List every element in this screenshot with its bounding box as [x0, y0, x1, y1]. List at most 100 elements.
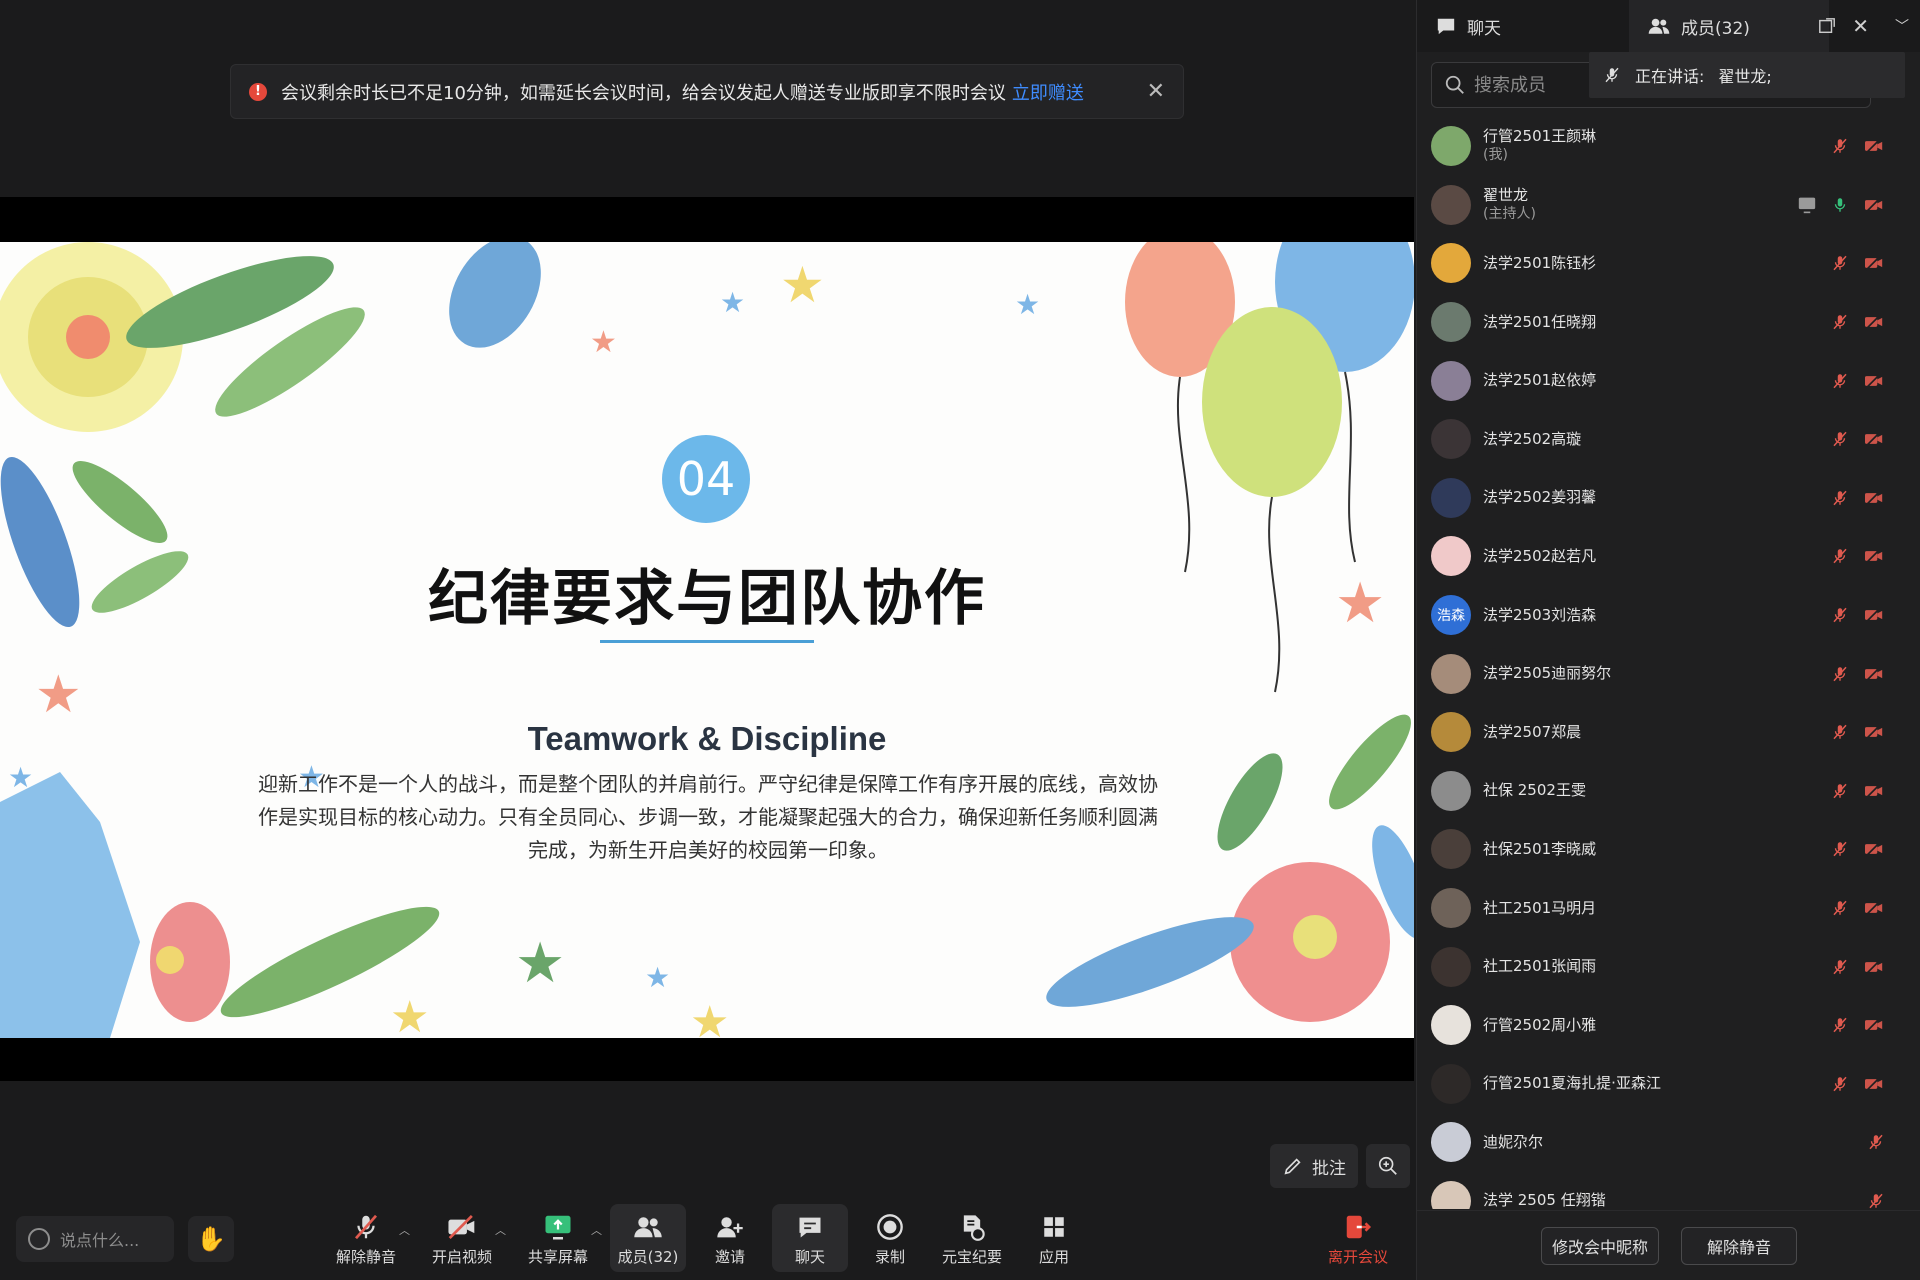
avatar [1431, 419, 1471, 460]
member-name-block: 法学2503刘浩森 [1483, 606, 1596, 625]
member-row[interactable]: 法学2502赵若凡 [1417, 527, 1920, 586]
panel-window-controls: ✕ ﹀ [1818, 0, 1920, 52]
chat-button[interactable]: 聊天 [772, 1204, 848, 1272]
member-name-block: 法学2502赵若凡 [1483, 547, 1596, 566]
camera-off-icon [1863, 606, 1885, 624]
members-label: 成员(32) [617, 1247, 679, 1266]
unmute-self-button[interactable]: 解除静音 [1681, 1227, 1797, 1265]
tab-chat[interactable]: 聊天 [1417, 0, 1629, 52]
member-name: 法学2507郑晨 [1483, 722, 1582, 741]
member-row[interactable]: 社保2501李晓威 [1417, 820, 1920, 879]
audio-options-caret[interactable]: ︿ [399, 1222, 410, 1238]
chevron-down-icon[interactable]: ﹀ [1895, 16, 1909, 36]
mic-muted-icon [1831, 488, 1849, 508]
pop-out-icon[interactable] [1818, 17, 1836, 35]
chat-label: 聊天 [794, 1247, 825, 1266]
chat-icon [1435, 16, 1457, 36]
share-screen-label: 共享屏幕 [527, 1247, 588, 1266]
mic-muted-icon [1867, 1191, 1885, 1209]
member-status-icons [1831, 644, 1885, 703]
member-name: 行管2502周小雅 [1483, 1015, 1597, 1034]
invite-button[interactable]: 邀请 [692, 1204, 768, 1272]
camera-off-icon [1863, 372, 1885, 390]
avatar [1431, 829, 1471, 870]
member-name: 社保2501李晓威 [1483, 839, 1597, 858]
member-row[interactable]: 行管2501夏海扎提·亚森江 [1417, 1055, 1920, 1114]
mic-muted-icon [1831, 839, 1849, 859]
member-row[interactable]: 法学 2505 任翔锴 [1417, 1172, 1920, 1209]
members-button[interactable]: 成员(32) [610, 1204, 686, 1272]
mic-muted-icon [1831, 371, 1849, 391]
zoom-in-icon [1377, 1155, 1399, 1177]
member-status-icons [1867, 1113, 1885, 1172]
apps-grid-icon [1041, 1210, 1067, 1244]
share-screen-icon [543, 1210, 573, 1244]
record-button[interactable]: 录制 [852, 1204, 928, 1272]
member-name: 迪妮尕尔 [1483, 1132, 1544, 1151]
member-row[interactable]: 行管2502周小雅 [1417, 996, 1920, 1055]
meeting-stage: ! 会议剩余时长已不足10分钟，如需延长会议时间，给会议发起人赠送专业版即享不限… [0, 0, 1414, 1280]
member-row[interactable]: 社工2501张闻雨 [1417, 937, 1920, 996]
hand-icon: ✋ [196, 1225, 226, 1253]
mic-muted-icon [1831, 136, 1849, 156]
member-row[interactable]: 迪妮尕尔 [1417, 1113, 1920, 1172]
avatar [1431, 184, 1471, 225]
say-something-input[interactable]: 说点什么... [16, 1216, 174, 1262]
close-icon[interactable]: ✕ [1147, 79, 1165, 104]
member-row[interactable]: 社工2501马明月 [1417, 879, 1920, 938]
member-row[interactable]: 行管2501王颜琳 (我) [1417, 117, 1920, 176]
mic-muted-icon [1831, 898, 1849, 918]
member-row[interactable]: 翟世龙 (主持人) [1417, 176, 1920, 235]
member-row[interactable]: 法学2502高璇 [1417, 410, 1920, 469]
member-row[interactable]: 法学2501任晓翔 [1417, 293, 1920, 352]
annotate-button[interactable]: 批注 [1270, 1144, 1358, 1188]
member-row[interactable]: 社保 2502王雯 [1417, 762, 1920, 821]
unmute-button[interactable]: 解除静音 [328, 1204, 404, 1272]
member-name-block: 法学2501陈钰杉 [1483, 254, 1596, 273]
leave-meeting-button[interactable]: 离开会议 [1320, 1204, 1396, 1272]
member-row[interactable]: 浩森 法学2503刘浩森 [1417, 586, 1920, 645]
meeting-minutes-button[interactable]: 元宝纪要 [934, 1204, 1010, 1272]
member-name: 社工2501张闻雨 [1483, 957, 1597, 976]
rename-button[interactable]: 修改会中昵称 [1541, 1227, 1659, 1265]
apps-button[interactable]: 应用 [1016, 1204, 1092, 1272]
member-name-block: 迪妮尕尔 [1483, 1133, 1543, 1152]
warning-icon: ! [249, 82, 267, 101]
mic-muted-icon [1831, 605, 1849, 625]
member-name: 法学2502高璇 [1483, 429, 1582, 448]
member-name-block: 行管2501夏海扎提·亚森江 [1483, 1074, 1661, 1093]
start-video-button[interactable]: 开启视频 [424, 1204, 500, 1272]
member-name-block: 社工2501张闻雨 [1483, 957, 1596, 976]
exit-icon [1343, 1210, 1373, 1244]
avatar [1431, 770, 1471, 811]
member-row[interactable]: 法学2505迪丽努尔 [1417, 644, 1920, 703]
tab-members[interactable]: 成员(32) [1629, 0, 1829, 52]
tab-members-label: 成员(32) [1681, 18, 1750, 39]
member-name: 法学 2505 任翔锴 [1483, 1191, 1606, 1209]
member-row[interactable]: 法学2507郑晨 [1417, 703, 1920, 762]
member-name: 法学2505迪丽努尔 [1483, 664, 1612, 683]
camera-off-icon [1863, 137, 1885, 155]
share-screen-button[interactable]: 共享屏幕 [520, 1204, 596, 1272]
member-name-block: 翟世龙 (主持人) [1483, 186, 1536, 224]
gift-now-link[interactable]: 立即赠送 [1012, 79, 1084, 105]
raise-hand-button[interactable]: ✋ [188, 1216, 234, 1262]
say-placeholder: 说点什么... [60, 1231, 140, 1250]
mic-muted-icon [1867, 1132, 1885, 1152]
close-panel-icon[interactable]: ✕ [1852, 14, 1869, 38]
member-row[interactable]: 法学2501陈钰杉 [1417, 234, 1920, 293]
add-user-icon [715, 1210, 745, 1244]
member-status-icons [1831, 117, 1885, 176]
share-options-caret[interactable]: ︿ [591, 1222, 602, 1238]
svg-text:★: ★ [720, 286, 745, 319]
member-name: 法学2503刘浩森 [1483, 605, 1597, 624]
member-row[interactable]: 法学2501赵依婷 [1417, 351, 1920, 410]
avatar [1431, 1180, 1471, 1209]
member-row[interactable]: 法学2502姜羽馨 [1417, 469, 1920, 528]
video-options-caret[interactable]: ︿ [495, 1222, 506, 1238]
zoom-in-button[interactable] [1366, 1144, 1410, 1188]
mic-active-icon [1831, 195, 1849, 215]
camera-off-icon [1863, 489, 1885, 507]
member-status-icons [1831, 996, 1885, 1055]
svg-text:★: ★ [645, 961, 670, 994]
